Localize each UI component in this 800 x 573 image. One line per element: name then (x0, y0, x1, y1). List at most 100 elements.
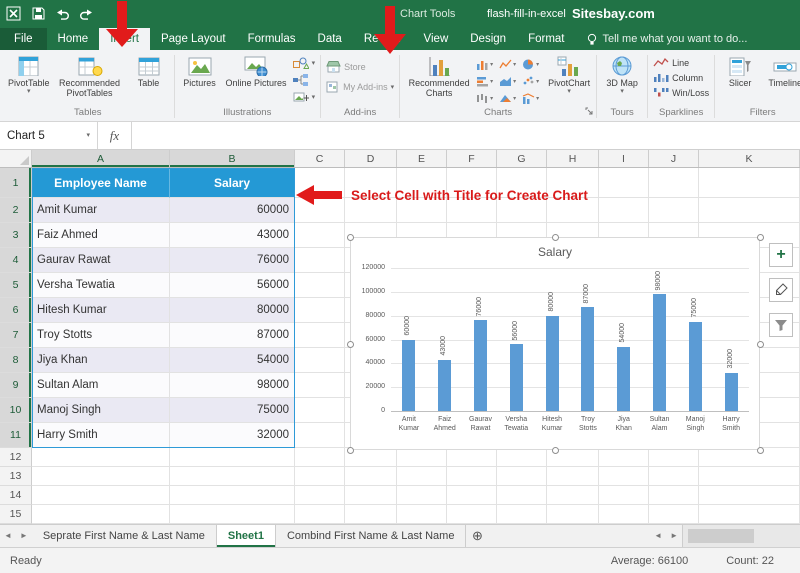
column-header-H[interactable]: H (547, 150, 599, 167)
cell-B11[interactable]: 32000 (170, 423, 295, 448)
cell-B14[interactable] (170, 486, 295, 505)
cell-F15[interactable] (447, 505, 497, 524)
cell-E14[interactable] (397, 486, 447, 505)
scatter-chart-icon[interactable]: ▾ (522, 73, 544, 89)
cell-A7[interactable]: Troy Stotts (32, 323, 170, 348)
tab-home[interactable]: Home (47, 28, 100, 50)
cell-A11[interactable]: Harry Smith (32, 423, 170, 448)
cell-C3[interactable] (295, 223, 345, 248)
cell-E13[interactable] (397, 467, 447, 486)
column-header-F[interactable]: F (447, 150, 497, 167)
row-header-9[interactable]: 9 (0, 373, 32, 398)
cell-A2[interactable]: Amit Kumar (32, 198, 170, 223)
row-header-2[interactable]: 2 (0, 198, 32, 223)
recommended-charts-button[interactable]: Recommended Charts (403, 53, 475, 98)
cell-K1[interactable] (699, 168, 800, 198)
online-pictures-button[interactable]: Online Pictures (223, 53, 290, 88)
cell-A9[interactable]: Sultan Alam (32, 373, 170, 398)
chart-bar-7[interactable] (617, 347, 630, 411)
cell-K12[interactable] (699, 448, 800, 467)
cell-F12[interactable] (447, 448, 497, 467)
cell-A4[interactable]: Gaurav Rawat (32, 248, 170, 273)
pivotchart-button[interactable]: PivotChart ▾ (545, 53, 593, 95)
table-button[interactable]: Table (127, 53, 171, 88)
column-header-A[interactable]: A (32, 150, 170, 167)
tell-me-box[interactable]: Tell me what you want to do... (587, 28, 747, 50)
sparkline-column-button[interactable]: Column (651, 71, 705, 84)
cell-C6[interactable] (295, 298, 345, 323)
cell-J1[interactable] (649, 168, 699, 198)
my-add-ins-button[interactable]: My Add-ins▾ (324, 80, 396, 94)
cell-G13[interactable] (497, 467, 547, 486)
scrollbar-thumb[interactable] (688, 529, 754, 543)
row-header-3[interactable]: 3 (0, 223, 32, 248)
tab-data[interactable]: Data (307, 28, 353, 50)
redo-icon[interactable] (80, 8, 93, 23)
row-header-11[interactable]: 11 (0, 423, 32, 448)
row-header-1[interactable]: 1 (0, 168, 32, 198)
column-header-C[interactable]: C (295, 150, 345, 167)
column-header-E[interactable]: E (397, 150, 447, 167)
cell-K2[interactable] (699, 198, 800, 223)
cell-A6[interactable]: Hitesh Kumar (32, 298, 170, 323)
cell-F14[interactable] (447, 486, 497, 505)
cell-B8[interactable]: 54000 (170, 348, 295, 373)
row-header-14[interactable]: 14 (0, 486, 32, 505)
tab-format[interactable]: Format (517, 28, 575, 50)
pie-chart-icon[interactable]: ▾ (522, 56, 544, 72)
bar-chart-icon[interactable]: ▾ (476, 73, 498, 89)
cell-A13[interactable] (32, 467, 170, 486)
save-icon[interactable] (32, 7, 45, 23)
cell-H15[interactable] (547, 505, 599, 524)
cell-C13[interactable] (295, 467, 345, 486)
formula-input[interactable] (132, 122, 800, 149)
row-header-10[interactable]: 10 (0, 398, 32, 423)
chart-bar-3[interactable] (474, 320, 487, 411)
chart-bar-2[interactable] (438, 360, 451, 411)
cell-B4[interactable]: 76000 (170, 248, 295, 273)
shapes-button[interactable]: ▾ (291, 56, 318, 70)
cell-C4[interactable] (295, 248, 345, 273)
timeline-button[interactable]: Timeline (763, 53, 800, 88)
chart-selection-handle[interactable] (757, 341, 764, 348)
cell-I13[interactable] (599, 467, 649, 486)
cell-C10[interactable] (295, 398, 345, 423)
charts-dialog-launcher-icon[interactable] (585, 105, 594, 119)
cell-I1[interactable] (599, 168, 649, 198)
scrollbar-track[interactable] (682, 525, 800, 547)
row-header-5[interactable]: 5 (0, 273, 32, 298)
new-sheet-icon[interactable]: ⊕ (466, 525, 488, 547)
cell-G15[interactable] (497, 505, 547, 524)
chart-bar-8[interactable] (653, 294, 666, 411)
row-header-4[interactable]: 4 (0, 248, 32, 273)
chart-bar-10[interactable] (725, 373, 738, 411)
cell-A10[interactable]: Manoj Singh (32, 398, 170, 423)
cell-C8[interactable] (295, 348, 345, 373)
stock-chart-icon[interactable]: ▾ (476, 90, 498, 106)
row-header-7[interactable]: 7 (0, 323, 32, 348)
chart-selection-handle[interactable] (552, 234, 559, 241)
cell-B10[interactable]: 75000 (170, 398, 295, 423)
chart-selection-handle[interactable] (757, 447, 764, 454)
cell-C14[interactable] (295, 486, 345, 505)
chart-selection-handle[interactable] (552, 447, 559, 454)
cell-K14[interactable] (699, 486, 800, 505)
cell-B7[interactable]: 87000 (170, 323, 295, 348)
cell-C12[interactable] (295, 448, 345, 467)
sheet-nav-left-icon[interactable]: ◄ (0, 525, 16, 547)
cell-C11[interactable] (295, 423, 345, 448)
chart-selection-handle[interactable] (347, 234, 354, 241)
cell-J2[interactable] (649, 198, 699, 223)
cell-E12[interactable] (397, 448, 447, 467)
cell-J14[interactable] (649, 486, 699, 505)
chart-filters-button[interactable] (769, 313, 793, 337)
sparkline-winloss-button[interactable]: Win/Loss (651, 86, 711, 99)
chart-elements-button[interactable]: + (769, 243, 793, 267)
chart-bar-9[interactable] (689, 322, 702, 411)
cell-I12[interactable] (599, 448, 649, 467)
chart-selection-handle[interactable] (347, 447, 354, 454)
embedded-chart[interactable]: Salary 020000400006000080000100000120000… (350, 237, 760, 450)
tab-view[interactable]: View (413, 28, 460, 50)
3d-map-button[interactable]: 3D Map ▾ (600, 53, 644, 95)
cell-C15[interactable] (295, 505, 345, 524)
